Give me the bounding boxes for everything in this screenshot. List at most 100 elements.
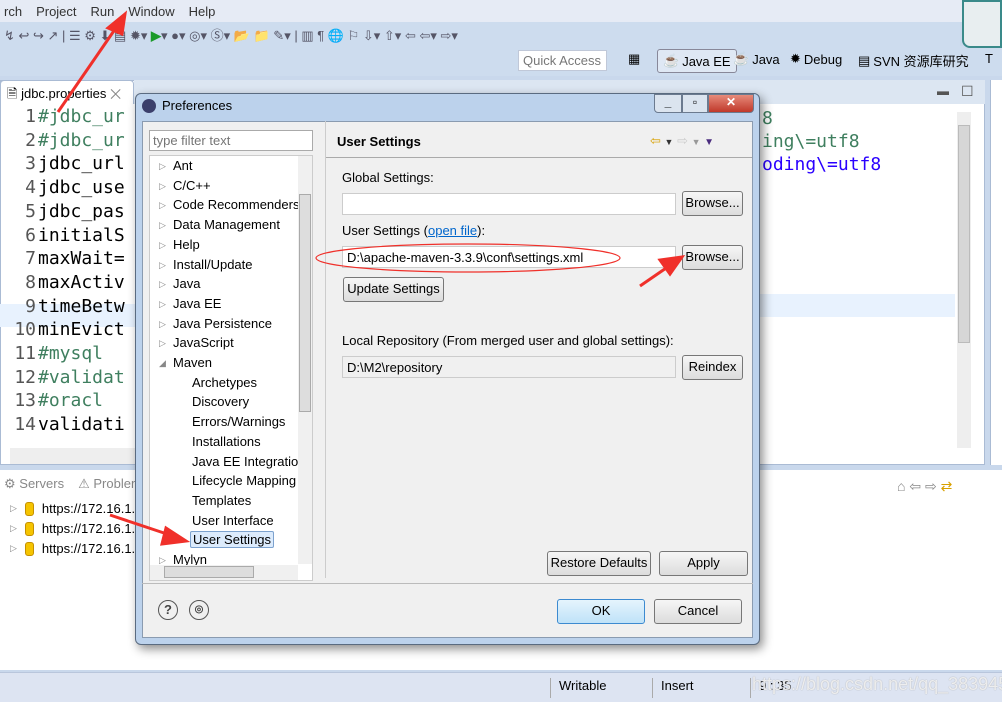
tree-item-label: Code Recommenders [173, 197, 300, 213]
panel-toolbar-icons[interactable]: ⌂ ⇦ ⇨ ⇄ [897, 478, 952, 495]
code-line: #mysql [38, 343, 104, 364]
tree-vertical-scrollbar[interactable] [298, 156, 312, 564]
tree-item[interactable]: User Settings [190, 531, 275, 549]
bug-icon: ✹ [790, 51, 801, 66]
toolbar-icons[interactable]: ↯ ↩ ↪ ↗ | ☰ ⚙ ⬇ ▤ ✹▾ ▶▾ ●▾ ◎▾ Ⓢ▾ 📂 📁 ✎▾ … [4, 25, 458, 44]
expand-icon[interactable]: ▷ [159, 181, 166, 192]
tab-label: Servers [19, 476, 65, 491]
line-number: 7 [25, 248, 36, 270]
tree-item-label: Lifecycle Mapping [192, 473, 297, 489]
tree-item-label: Data Management [173, 217, 280, 233]
minimize-button[interactable]: _ [654, 94, 682, 113]
expand-icon[interactable]: ▷ [159, 279, 166, 290]
tree-item[interactable]: ▷ Java Persistence [159, 316, 272, 331]
tree-item[interactable]: ▷ Java EE [159, 295, 222, 311]
editor-tab-jdbc-properties[interactable]: 🗎 jdbc.properties ✕ [0, 80, 134, 104]
tree-item-label: Java EE [173, 295, 222, 311]
line-number: 1 [25, 106, 36, 127]
tree-item[interactable]: ▷ Java [159, 276, 201, 292]
open-perspective-icon[interactable]: ▦ [628, 51, 640, 67]
expand-icon[interactable]: ▷ [159, 200, 166, 211]
editor-horizontal-scrollbar[interactable] [10, 448, 140, 464]
perspective-java[interactable]: ☕ Java [733, 51, 780, 67]
global-browse-button[interactable]: Browse... [682, 191, 743, 216]
apply-button[interactable]: Apply [659, 551, 748, 576]
tree-item[interactable]: Discovery [192, 394, 249, 409]
nav-arrows[interactable]: ⇦ ▼ ⇨ ▼ ▼ [650, 133, 714, 149]
label-suffix: ): [477, 223, 486, 238]
tree-item[interactable]: ▷ Ant [159, 158, 193, 173]
filter-input[interactable] [149, 130, 313, 151]
quick-access-input[interactable]: Quick Access [518, 50, 607, 71]
open-file-link[interactable]: open file [428, 223, 477, 238]
expand-icon[interactable]: ▷ [159, 220, 166, 231]
import-export-icon[interactable]: ◎ [189, 600, 209, 620]
expand-icon[interactable]: ▷ [159, 299, 166, 310]
tree-item-label: C/C++ [173, 177, 211, 193]
menu-window[interactable]: Window [128, 4, 174, 19]
user-settings-input[interactable]: D:\apache-maven-3.3.9\conf\settings.xml [342, 246, 676, 268]
tab-servers[interactable]: ⚙ Servers [4, 476, 64, 498]
cancel-button[interactable]: Cancel [654, 599, 742, 624]
tree-item[interactable]: ▷ Data Management [159, 217, 280, 233]
reindex-button[interactable]: Reindex [682, 355, 743, 380]
help-icon[interactable]: ? [158, 600, 178, 620]
menu-search[interactable]: rch [4, 4, 22, 19]
close-button[interactable]: ✕ [708, 94, 754, 113]
svn-icon: ▤ [858, 52, 871, 68]
tree-item[interactable]: Archetypes [192, 375, 257, 390]
perspective-more[interactable]: T [985, 51, 993, 66]
menu-project[interactable]: Project [36, 4, 76, 19]
divider [142, 583, 753, 584]
minimize-icon[interactable]: ▬ [937, 84, 949, 98]
tree-item[interactable]: Templates [192, 493, 251, 508]
tree-item[interactable]: ◢ Maven [159, 355, 212, 370]
perspective-debug[interactable]: ✹ Debug [790, 51, 842, 67]
global-settings-input[interactable] [342, 193, 676, 215]
perspective-svn[interactable]: ▤ SVN 资源库研究 [858, 51, 969, 70]
tree-item[interactable]: Lifecycle Mapping [192, 473, 296, 488]
tree-item[interactable]: ▷ Help [159, 236, 200, 252]
tree-item[interactable]: User Interface [192, 513, 274, 528]
tree-horizontal-scrollbar[interactable] [150, 565, 298, 580]
expand-icon[interactable]: ▷ [159, 161, 166, 172]
perspective-java-ee[interactable]: ☕ Java EE [657, 49, 737, 73]
tree-item[interactable]: ▷ Install/Update [159, 257, 253, 272]
tree-item[interactable]: ▷ Code Recommenders [159, 197, 300, 213]
expand-icon[interactable]: ▷ [159, 260, 166, 271]
tab-label: jdbc.properties [21, 86, 107, 101]
current-line-highlight [750, 294, 955, 317]
tree-item[interactable]: ▷ C/C++ [159, 177, 211, 193]
tree-item[interactable]: Installations [192, 434, 261, 449]
tree-item-label: Help [173, 236, 200, 252]
perspective-label: T [985, 51, 993, 66]
menu-run[interactable]: Run [91, 4, 115, 19]
tree-item[interactable]: ▷ JavaScript [159, 335, 234, 350]
code-line: #jdbc_ur [38, 129, 125, 151]
ok-button[interactable]: OK [557, 599, 645, 624]
server-row[interactable]: ▷ https://172.16.1. [10, 501, 135, 516]
maximize-icon[interactable]: ☐ [961, 83, 974, 100]
tree-item[interactable]: Errors/Warnings [192, 414, 285, 429]
server-row[interactable]: ▷ https://172.16.1. [10, 541, 135, 556]
collapse-icon[interactable]: ◢ [159, 358, 166, 369]
user-browse-button[interactable]: Browse... [682, 245, 743, 270]
line-number: 12 [14, 366, 36, 388]
tree-item[interactable]: Java EE Integration [192, 454, 305, 469]
server-row[interactable]: ▷ https://172.16.1. [10, 521, 135, 536]
expand-icon[interactable]: ▷ [159, 240, 166, 251]
maximize-button[interactable]: ▫ [682, 94, 708, 113]
scrollbar-thumb[interactable] [958, 125, 970, 343]
status-insert: Insert [652, 678, 694, 698]
perspective-label: Java EE [682, 53, 731, 69]
expand-icon[interactable]: ▷ [159, 338, 166, 349]
local-repository-label: Local Repository (From merged user and g… [342, 333, 674, 348]
tree-item-label: Java [173, 276, 201, 292]
menu-help[interactable]: Help [189, 4, 216, 19]
expand-icon[interactable]: ▷ [159, 319, 166, 330]
close-icon[interactable]: ✕ [110, 86, 121, 101]
tab-problems[interactable]: ⚠ Problem [78, 476, 142, 498]
restore-defaults-button[interactable]: Restore Defaults [547, 551, 651, 576]
code-line: #oracl [38, 390, 104, 412]
update-settings-button[interactable]: Update Settings [343, 277, 444, 302]
